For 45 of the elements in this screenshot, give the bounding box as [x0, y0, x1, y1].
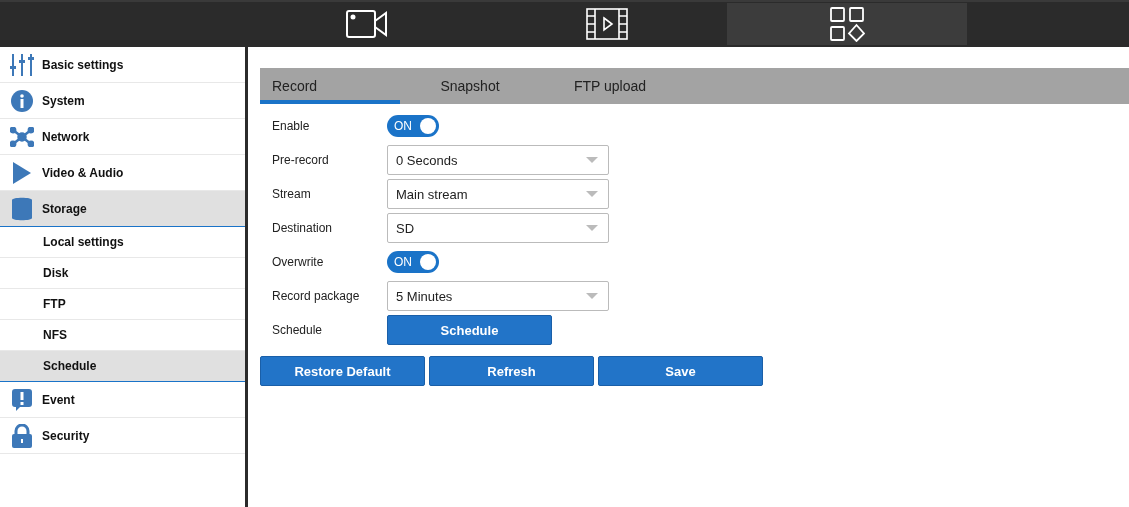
field-label: Stream [272, 187, 312, 201]
sidebar-item[interactable]: Basic settings [0, 47, 245, 83]
caret-icon [586, 293, 598, 299]
sliders-icon [10, 53, 34, 76]
action-button[interactable]: Save [598, 356, 763, 386]
database-icon [12, 196, 32, 221]
tab[interactable]: Snapshot [400, 68, 540, 104]
apps-icon [829, 6, 865, 42]
sidebar-item[interactable]: Security [0, 418, 245, 454]
field-label: Record package [272, 289, 361, 303]
sidebar-subitem[interactable]: Schedule [0, 351, 245, 382]
network-icon [10, 126, 34, 147]
field-label: Schedule [272, 323, 324, 337]
dropdown[interactable]: Main stream [387, 179, 609, 209]
sidebar-subitem[interactable]: FTP [0, 289, 245, 320]
sidebar-subitem[interactable]: Disk [0, 258, 245, 289]
lock-icon [12, 423, 32, 448]
video-camera-icon [346, 9, 388, 39]
sidebar-item[interactable]: System [0, 83, 245, 119]
sidebar-item[interactable]: Event [0, 382, 245, 418]
dropdown[interactable]: 5 Minutes [387, 281, 609, 311]
film-icon [586, 8, 628, 40]
tab[interactable]: Record [260, 68, 400, 104]
top-tab[interactable] [727, 3, 967, 45]
field-label: Overwrite [272, 255, 325, 269]
caret-icon [586, 191, 598, 197]
sidebar-item[interactable]: Storage [0, 191, 245, 227]
toggle-switch[interactable]: ON [387, 115, 439, 137]
action-button[interactable]: Refresh [429, 356, 594, 386]
field-label: Destination [272, 221, 334, 235]
toggle-switch[interactable]: ON [387, 251, 439, 273]
caret-icon [586, 225, 598, 231]
tab[interactable]: FTP upload [540, 68, 680, 104]
alert-icon [12, 388, 32, 411]
dropdown[interactable]: 0 Seconds [387, 145, 609, 175]
sidebar-item[interactable]: Network [0, 119, 245, 155]
dropdown[interactable]: SD [387, 213, 609, 243]
action-button[interactable]: Restore Default [260, 356, 425, 386]
info-icon [11, 89, 33, 112]
caret-icon [586, 157, 598, 163]
field-label: Pre-record [272, 153, 330, 167]
field-label: Enable [272, 119, 311, 133]
play-icon [13, 161, 31, 184]
sidebar-subitem[interactable]: Local settings [0, 227, 245, 258]
schedule-button[interactable]: Schedule [387, 315, 552, 345]
